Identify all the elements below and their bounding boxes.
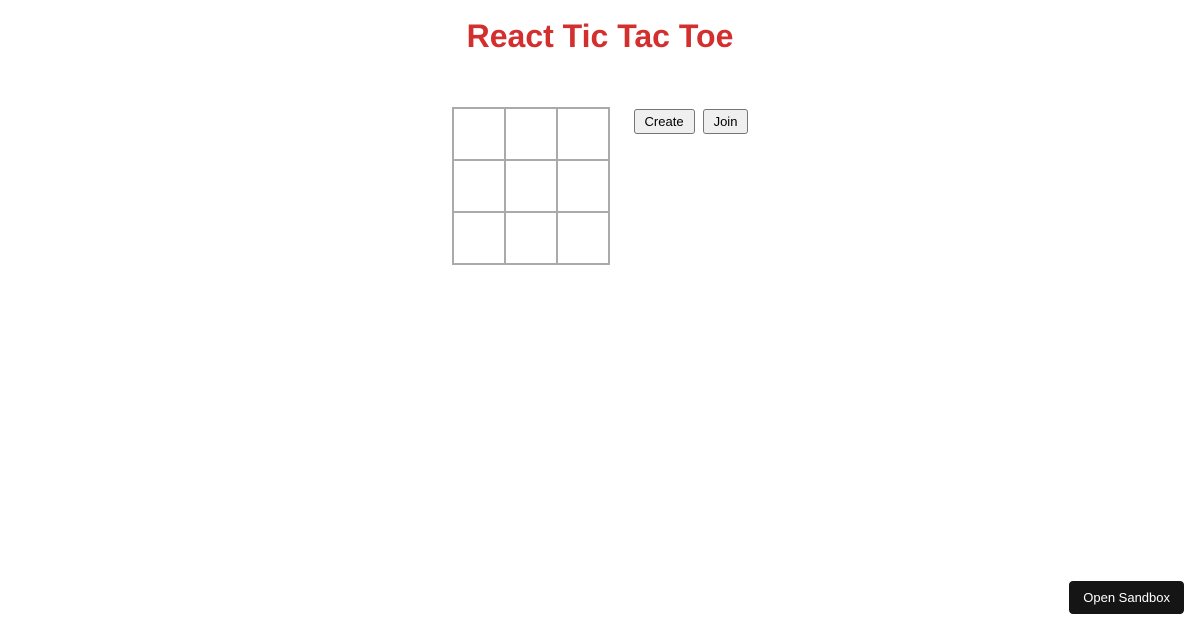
board-cell-5[interactable] <box>557 160 609 212</box>
board-cell-8[interactable] <box>557 212 609 264</box>
controls: Create Join <box>634 107 749 265</box>
create-button[interactable]: Create <box>634 109 695 134</box>
join-button[interactable]: Join <box>703 109 749 134</box>
board-cell-1[interactable] <box>505 108 557 160</box>
board-cell-2[interactable] <box>557 108 609 160</box>
board-cell-7[interactable] <box>505 212 557 264</box>
page-title: React Tic Tac Toe <box>0 0 1200 65</box>
board-cell-4[interactable] <box>505 160 557 212</box>
open-sandbox-button[interactable]: Open Sandbox <box>1069 581 1184 614</box>
board-cell-0[interactable] <box>453 108 505 160</box>
game-board <box>452 107 610 265</box>
board-cell-6[interactable] <box>453 212 505 264</box>
game-content: Create Join <box>0 107 1200 265</box>
board-cell-3[interactable] <box>453 160 505 212</box>
